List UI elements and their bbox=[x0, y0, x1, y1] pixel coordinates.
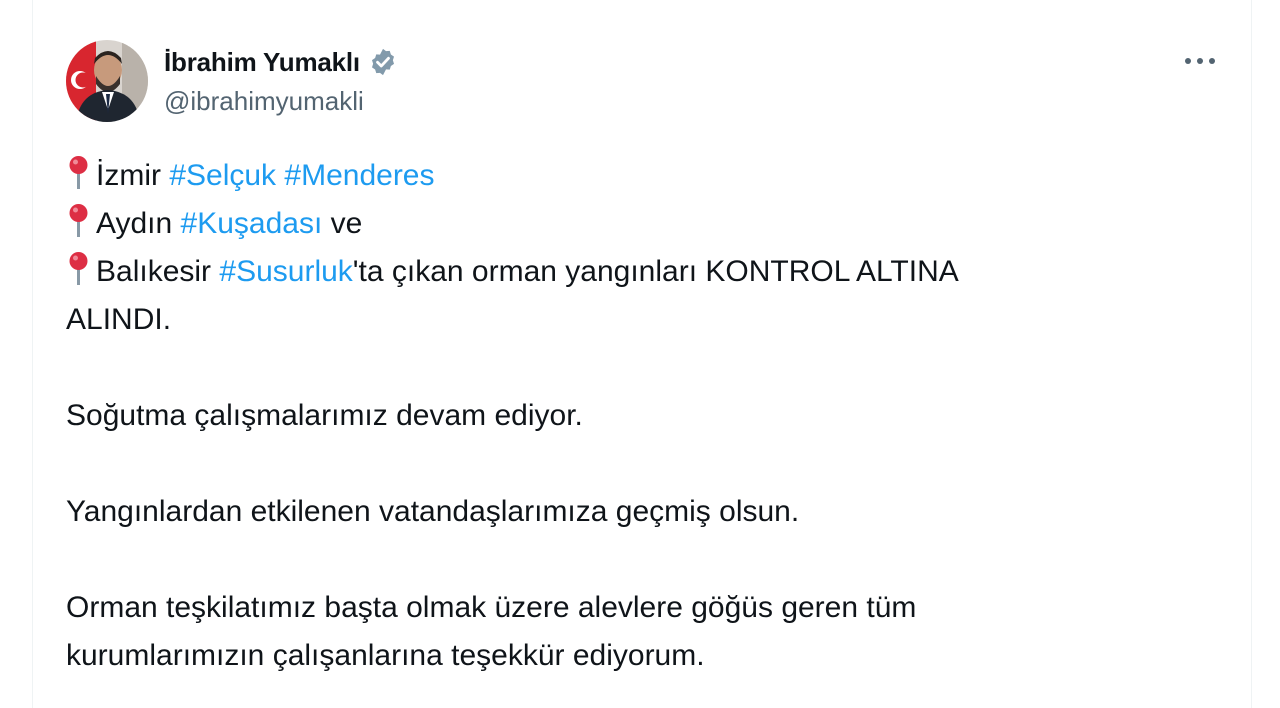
tweet-paragraph-4-line-1: Orman teşkilatımız başta olmak üzere ale… bbox=[66, 591, 917, 624]
place-aydin: Aydın bbox=[96, 207, 173, 240]
hashtag-kusadasi[interactable]: #Kuşadası bbox=[181, 207, 323, 240]
author-handle[interactable]: @ibrahimyumakli bbox=[164, 86, 364, 117]
more-options-icon bbox=[1185, 58, 1215, 64]
hashtag-menderes[interactable]: #Menderes bbox=[284, 159, 434, 192]
tweet-line-2: Aydın #Kuşadası ve bbox=[66, 200, 1226, 248]
tweet-line-1: İzmir #Selçuk #Menderes bbox=[66, 152, 1226, 200]
place-izmir: İzmir bbox=[96, 159, 161, 192]
tweet-paragraph-3: Yangınlardan etkilenen vatandaşlarımıza … bbox=[66, 495, 800, 528]
hashtag-selcuk[interactable]: #Selçuk bbox=[169, 159, 276, 192]
more-options-button[interactable] bbox=[1178, 44, 1222, 78]
conjunction-ve: ve bbox=[330, 207, 363, 240]
round-pushpin-icon bbox=[66, 155, 90, 191]
avatar-photo bbox=[66, 40, 148, 122]
author-name-row: İbrahim Yumaklı bbox=[164, 44, 398, 80]
tweet-line-3b: ALINDI. bbox=[66, 303, 172, 336]
tweet-line-3: Balıkesir #Susurluk'ta çıkan orman yangı… bbox=[66, 248, 1226, 296]
hashtag-susurluk[interactable]: #Susurluk bbox=[219, 255, 352, 288]
round-pushpin-icon bbox=[66, 203, 90, 239]
round-pushpin-icon bbox=[66, 251, 90, 287]
line-3-tail: 'ta çıkan orman yangınları KONTROL ALTIN… bbox=[352, 255, 959, 288]
verified-badge-icon bbox=[368, 47, 398, 77]
tweet-paragraph-2: Soğutma çalışmalarımız devam ediyor. bbox=[66, 399, 583, 432]
author-avatar[interactable] bbox=[66, 40, 148, 122]
place-balikesir: Balıkesir bbox=[96, 255, 212, 288]
tweet-text: İzmir #Selçuk #Menderes Aydın #Kuşadası … bbox=[66, 152, 1226, 680]
tweet-paragraph-4-line-2: kurumlarımızın çalışanlarına teşekkür ed… bbox=[66, 639, 705, 672]
author-name[interactable]: İbrahim Yumaklı bbox=[164, 47, 360, 78]
